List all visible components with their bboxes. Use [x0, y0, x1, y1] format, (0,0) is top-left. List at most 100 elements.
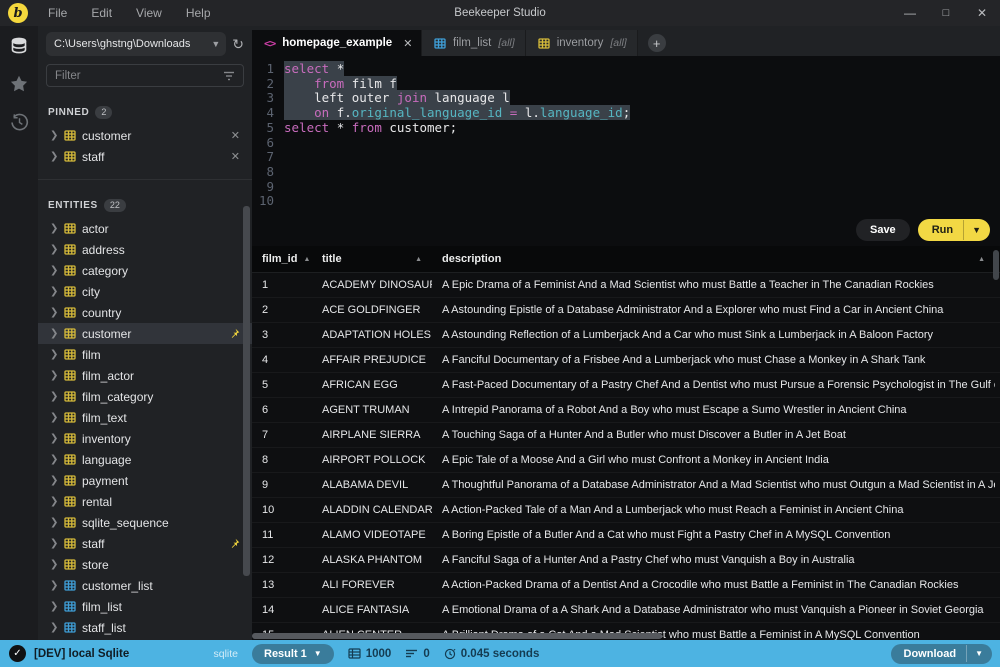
- chevron-right-icon[interactable]: ❯: [50, 370, 58, 381]
- history-icon[interactable]: [7, 110, 31, 134]
- close-icon[interactable]: ✕: [403, 37, 412, 50]
- entity-label: sqlite_sequence: [82, 516, 244, 530]
- entity-item-rental[interactable]: ❯rental: [38, 491, 252, 512]
- table-row[interactable]: 10ALADDIN CALENDARA Action-Packed Tale o…: [252, 498, 1000, 523]
- entity-item-language[interactable]: ❯language: [38, 449, 252, 470]
- close-icon[interactable]: ✕: [231, 150, 244, 163]
- chevron-right-icon[interactable]: ❯: [50, 601, 58, 612]
- chevron-right-icon[interactable]: ❯: [50, 286, 58, 297]
- table-row[interactable]: 11ALAMO VIDEOTAPEA Boring Epistle of a B…: [252, 523, 1000, 548]
- sort-asc-icon[interactable]: ▲: [978, 256, 985, 263]
- chevron-right-icon[interactable]: ❯: [50, 391, 58, 402]
- sort-asc-icon[interactable]: ▲: [415, 256, 422, 263]
- results-vertical-scrollbar[interactable]: [993, 250, 999, 280]
- menu-file[interactable]: File: [38, 3, 77, 23]
- download-button[interactable]: Download ▼: [891, 644, 992, 664]
- cell-title: ALAMO VIDEOTAPE: [312, 529, 432, 541]
- entity-item-customer_list[interactable]: ❯customer_list: [38, 575, 252, 596]
- table-row[interactable]: 4AFFAIR PREJUDICEA Fanciful Documentary …: [252, 348, 1000, 373]
- chevron-right-icon[interactable]: ❯: [50, 223, 58, 234]
- chevron-right-icon[interactable]: ❯: [50, 412, 58, 423]
- tab-film_list[interactable]: film_list[all]: [422, 30, 526, 56]
- entity-item-film_actor[interactable]: ❯film_actor: [38, 365, 252, 386]
- minimize-button[interactable]: ―: [892, 0, 928, 26]
- table-row[interactable]: 2ACE GOLDFINGERA Astounding Epistle of a…: [252, 298, 1000, 323]
- chevron-right-icon[interactable]: ❯: [50, 307, 58, 318]
- entity-item-film_text[interactable]: ❯film_text: [38, 407, 252, 428]
- chevron-right-icon[interactable]: ❯: [50, 130, 58, 141]
- table-row[interactable]: 12ALASKA PHANTOMA Fanciful Saga of a Hun…: [252, 548, 1000, 573]
- entity-item-sales_by_store[interactable]: ❯sales_by_store: [38, 638, 252, 640]
- maximize-button[interactable]: □: [928, 0, 964, 26]
- filter-input[interactable]: Filter: [46, 64, 244, 87]
- chevron-right-icon[interactable]: ❯: [50, 580, 58, 591]
- chevron-down-icon: ▼: [211, 39, 220, 49]
- table-row[interactable]: 6AGENT TRUMANA Intrepid Panorama of a Ro…: [252, 398, 1000, 423]
- connection-select[interactable]: C:\Users\ghstng\Downloads ▼: [46, 32, 226, 56]
- entity-item-country[interactable]: ❯country: [38, 302, 252, 323]
- entity-item-customer[interactable]: ❯customer: [38, 323, 252, 344]
- chevron-right-icon[interactable]: ❯: [50, 265, 58, 276]
- chevron-right-icon[interactable]: ❯: [50, 622, 58, 633]
- save-button[interactable]: Save: [856, 219, 910, 241]
- entity-item-film_category[interactable]: ❯film_category: [38, 386, 252, 407]
- run-button[interactable]: Run ▼: [918, 219, 990, 241]
- close-button[interactable]: ✕: [964, 0, 1000, 26]
- pin-icon[interactable]: [229, 538, 240, 549]
- entity-item-staff_list[interactable]: ❯staff_list: [38, 617, 252, 638]
- menu-edit[interactable]: Edit: [81, 3, 122, 23]
- column-header-film-id[interactable]: film_id▲: [252, 253, 312, 265]
- run-dropdown-caret-icon[interactable]: ▼: [963, 220, 990, 240]
- column-header-title[interactable]: title▲: [312, 253, 432, 265]
- entity-item-payment[interactable]: ❯payment: [38, 470, 252, 491]
- chevron-right-icon[interactable]: ❯: [50, 517, 58, 528]
- chevron-right-icon[interactable]: ❯: [50, 328, 58, 339]
- menu-help[interactable]: Help: [176, 3, 221, 23]
- entity-item-category[interactable]: ❯category: [38, 260, 252, 281]
- table-row[interactable]: 14ALICE FANTASIAA Emotional Drama of a A…: [252, 598, 1000, 623]
- chevron-right-icon[interactable]: ❯: [50, 151, 58, 162]
- pinned-item-staff[interactable]: ❯staff✕: [38, 146, 252, 167]
- add-tab-button[interactable]: +: [648, 34, 666, 52]
- entity-item-address[interactable]: ❯address: [38, 239, 252, 260]
- table-row[interactable]: 3ADAPTATION HOLESA Astounding Reflection…: [252, 323, 1000, 348]
- entity-item-store[interactable]: ❯store: [38, 554, 252, 575]
- pin-icon[interactable]: [229, 328, 240, 339]
- entity-item-city[interactable]: ❯city: [38, 281, 252, 302]
- column-header-description[interactable]: description▲: [432, 253, 995, 265]
- result-selector[interactable]: Result 1 ▼: [252, 644, 334, 664]
- table-row[interactable]: 8AIRPORT POLLOCKA Epic Tale of a Moose A…: [252, 448, 1000, 473]
- table-row[interactable]: 13ALI FOREVERA Action-Packed Drama of a …: [252, 573, 1000, 598]
- chevron-right-icon[interactable]: ❯: [50, 433, 58, 444]
- tab-inventory[interactable]: inventory[all]: [526, 30, 638, 56]
- menu-view[interactable]: View: [126, 3, 172, 23]
- chevron-right-icon[interactable]: ❯: [50, 244, 58, 255]
- database-icon[interactable]: [7, 34, 31, 58]
- download-caret-icon[interactable]: ▼: [966, 645, 992, 662]
- entity-item-film_list[interactable]: ❯film_list: [38, 596, 252, 617]
- sort-asc-icon[interactable]: ▲: [303, 256, 310, 263]
- results-horizontal-scrollbar[interactable]: [252, 633, 662, 639]
- entity-item-actor[interactable]: ❯actor: [38, 218, 252, 239]
- sql-editor[interactable]: 1select *2 from film f3 left outer join …: [252, 56, 1000, 218]
- chevron-right-icon[interactable]: ❯: [50, 496, 58, 507]
- table-row[interactable]: 7AIRPLANE SIERRAA Touching Saga of a Hun…: [252, 423, 1000, 448]
- chevron-right-icon[interactable]: ❯: [50, 454, 58, 465]
- chevron-right-icon[interactable]: ❯: [50, 559, 58, 570]
- tab-homepage_example[interactable]: <>homepage_example✕: [252, 30, 422, 56]
- table-row[interactable]: 9ALABAMA DEVILA Thoughtful Panorama of a…: [252, 473, 1000, 498]
- close-icon[interactable]: ✕: [231, 129, 244, 142]
- entity-item-staff[interactable]: ❯staff: [38, 533, 252, 554]
- pinned-item-customer[interactable]: ❯customer✕: [38, 125, 252, 146]
- entity-item-inventory[interactable]: ❯inventory: [38, 428, 252, 449]
- favorites-star-icon[interactable]: [7, 72, 31, 96]
- chevron-right-icon[interactable]: ❯: [50, 349, 58, 360]
- refresh-icon[interactable]: ↻: [232, 37, 244, 51]
- table-row[interactable]: 5AFRICAN EGGA Fast-Paced Documentary of …: [252, 373, 1000, 398]
- entity-item-film[interactable]: ❯film: [38, 344, 252, 365]
- chevron-right-icon[interactable]: ❯: [50, 538, 58, 549]
- chevron-right-icon[interactable]: ❯: [50, 475, 58, 486]
- entity-item-sqlite_sequence[interactable]: ❯ sqlite_sequence: [38, 512, 252, 533]
- sidebar-scrollbar[interactable]: [243, 206, 250, 576]
- table-row[interactable]: 1ACADEMY DINOSAURA Epic Drama of a Femin…: [252, 273, 1000, 298]
